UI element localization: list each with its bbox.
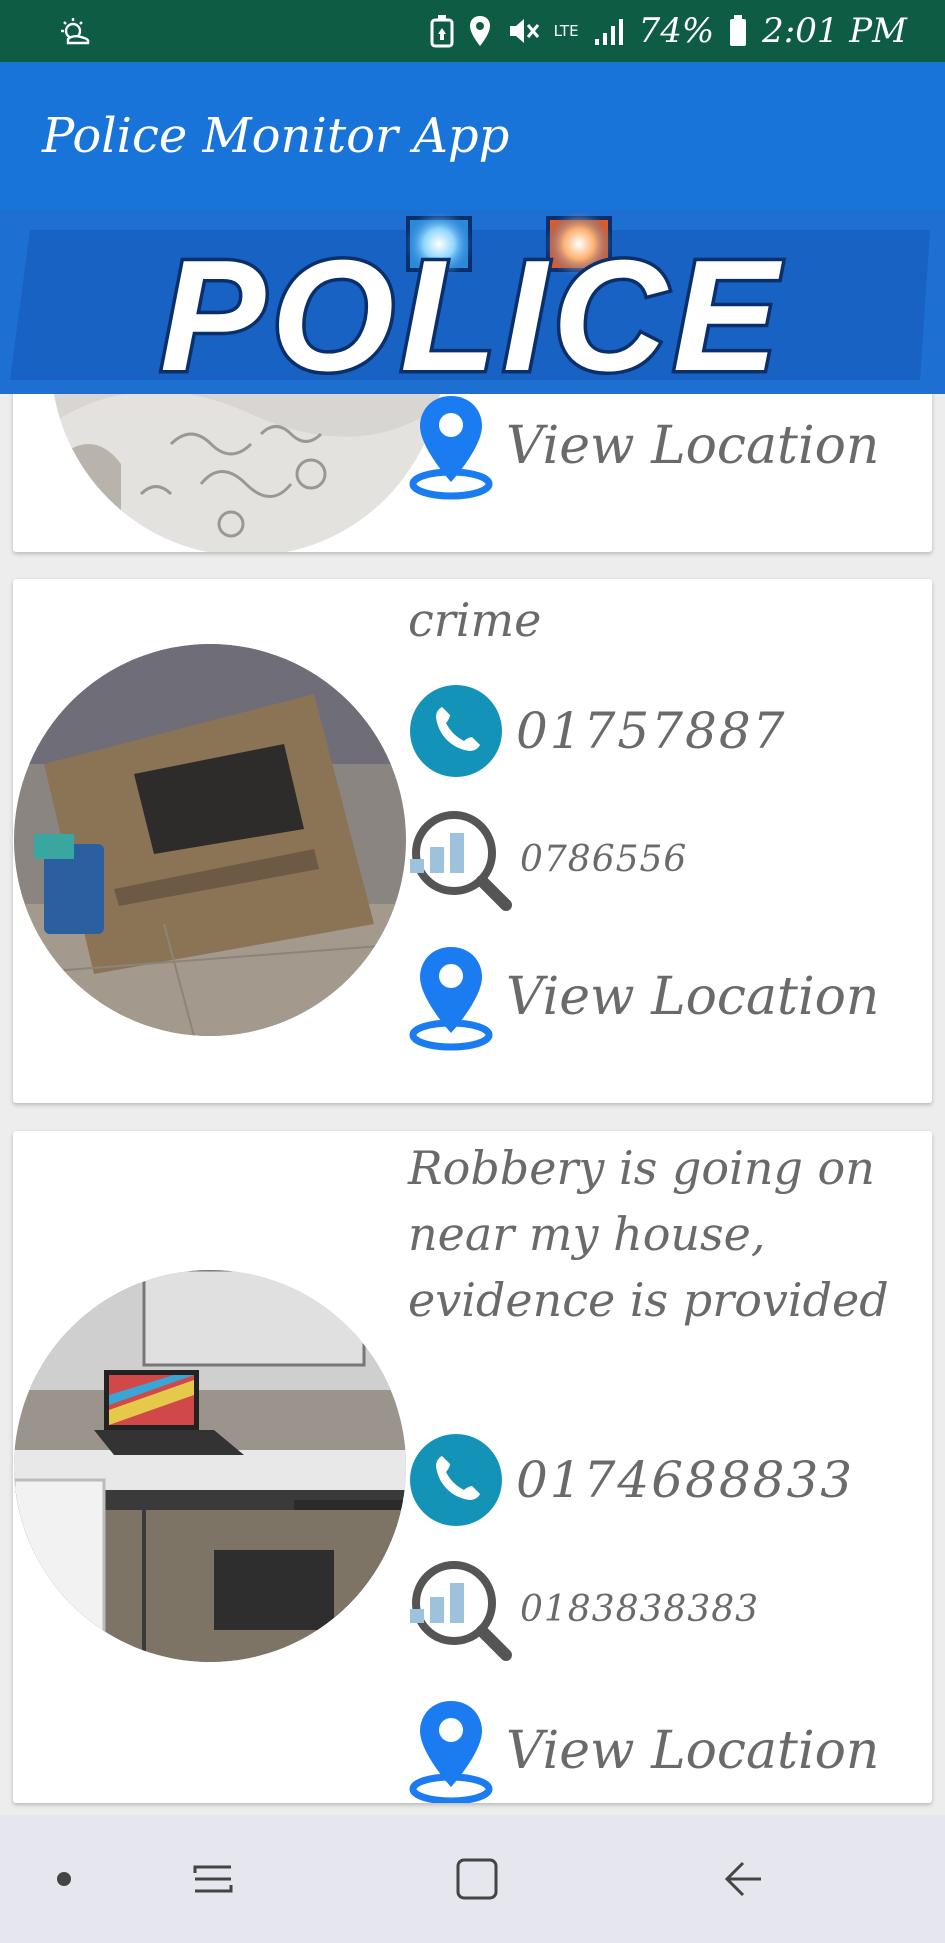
report-card[interactable]: Robbery is going on near my house, evide… [13,1131,932,1803]
stats-row: 0183838383 [408,1557,759,1661]
phone-row[interactable]: 01757887 [408,683,787,779]
report-photo[interactable] [14,1270,406,1662]
view-location-row[interactable]: View Location [408,1697,879,1803]
view-location-row[interactable]: View Location [408,392,879,500]
view-location-link[interactable]: View Location [506,967,879,1027]
police-logo: POLICE [0,210,945,394]
phone-number[interactable]: 0174688833 [516,1451,854,1509]
location-pin-icon [409,396,493,500]
location-pin-icon [409,1701,493,1803]
report-photo[interactable] [14,644,406,1036]
svg-text:POLICE: POLICE [160,228,784,394]
phone-icon [410,1434,502,1526]
view-location-row[interactable]: View Location [408,943,879,1051]
view-location-link[interactable]: View Location [506,1721,879,1781]
home-icon[interactable] [455,1857,499,1901]
view-location-link[interactable]: View Location [506,416,879,476]
report-description: crime [408,593,542,647]
phone-icon [410,685,502,777]
stats-search-icon [410,811,512,911]
app-bar: Police Monitor App [0,62,945,210]
app-title: Police Monitor App [42,108,510,164]
stats-value: 0786556 [520,838,688,880]
location-pin-icon [409,947,493,1051]
police-banner: POLICE [0,210,945,394]
stats-row: 0786556 [408,807,687,911]
stats-value: 0183838383 [520,1588,760,1630]
back-icon[interactable] [721,1857,765,1901]
phone-row[interactable]: 0174688833 [408,1432,854,1528]
system-nav-bar [0,1815,945,1943]
report-description: Robbery is going on near my house, evide… [408,1141,889,1327]
report-card[interactable]: crime 01757887 0786556 View Location [13,579,932,1103]
phone-number[interactable]: 01757887 [516,702,787,760]
nav-dot-icon[interactable] [56,1871,72,1887]
recent-apps-icon[interactable] [191,1857,235,1901]
stats-search-icon [410,1561,512,1661]
